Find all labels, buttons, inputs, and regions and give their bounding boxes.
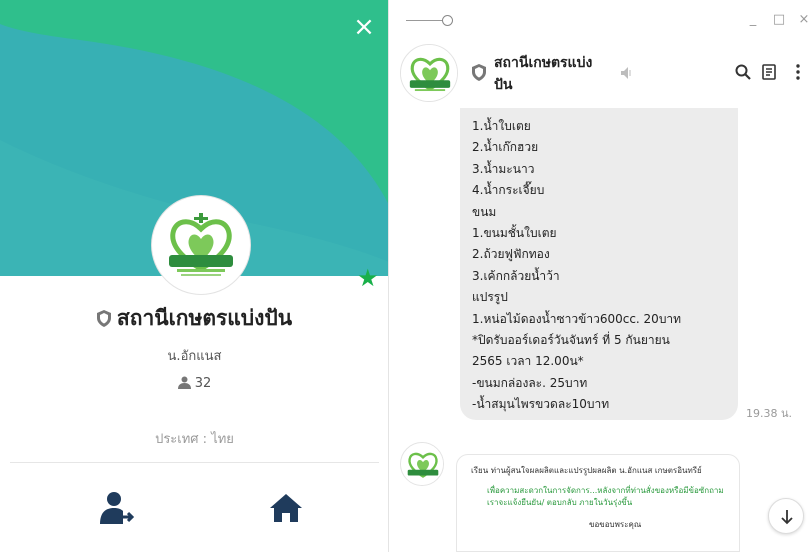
group-logo-image (401, 443, 443, 485)
chat-title-line1: สถานีเกษตรแบ่ง (494, 55, 593, 71)
message-bubble: 1.น้ำใบเตย 2.น้ำเก๊กฮวย 3.น้ำมะนาว 4.น้ำ… (460, 108, 738, 420)
speaker-mute-icon (621, 67, 631, 79)
slider-track (406, 20, 444, 21)
card-line: เพื่อความสะดวกในการจัดการ...หลังจากที่ท่… (487, 486, 724, 495)
chat-title: สถานีเกษตรแบ่ง ปัน (494, 52, 614, 96)
avatar (152, 196, 250, 294)
maximize-button[interactable]: □ (771, 12, 787, 28)
profile-name: สถานีเกษตรแบ่งปัน (116, 306, 293, 330)
message-line: ขนม (472, 204, 497, 219)
card-line: เราจะแจ้งยืนยัน/ ตอบกลับ ภายในวันรุ่งขึ้… (487, 498, 633, 507)
close-button[interactable]: × (350, 14, 378, 42)
profile-name-row: สถานีเกษตรแบ่งปัน (0, 302, 388, 335)
message-line: 1.น้ำใบเตย (472, 119, 531, 133)
shield-icon (472, 64, 486, 81)
profile-panel: × ★ สถานีเกษตรแบ่งปัน น.อักแนส 32 ประเทศ… (0, 0, 389, 552)
member-count-value: 32 (194, 376, 212, 391)
profile-subtitle: น.อักแนส (167, 349, 222, 364)
message-line: 2565 เวลา 12.00น* (472, 354, 584, 369)
home-button[interactable] (268, 490, 308, 530)
home-icon (270, 494, 302, 522)
search-icon[interactable] (735, 64, 751, 80)
person-icon (177, 376, 191, 389)
more-icon[interactable] (796, 64, 800, 80)
message-line: 1.ขนมชั้นใบเตย (472, 226, 557, 241)
image-message-card[interactable]: เรียน ท่านผู้สนใจผลผลิตและแปรรูปผลผลิต น… (456, 454, 740, 552)
message-timestamp: 19.38 น. (746, 407, 793, 420)
group-logo-image (401, 45, 457, 101)
chat-window: _ □ × สถานีเกษตรแบ่ง ปัน 1.น้ำใบเตย 2.น้… (390, 0, 809, 552)
message-line: 1.หน่อไม้ดองน้ำซาวข้าว600cc. 20บาท (472, 311, 682, 326)
card-line: ขอขอบพระคุณ (589, 520, 642, 529)
chat-title-line2: ปัน (494, 77, 513, 93)
window-close-button[interactable]: × (796, 12, 809, 28)
member-count: 32 (0, 376, 388, 391)
scroll-down-button[interactable] (768, 498, 804, 534)
shield-icon (96, 310, 111, 327)
message-line: 4.น้ำกระเจี๊ยบ (472, 183, 545, 198)
message-line: แปรรูป (472, 290, 508, 305)
chat-avatar[interactable] (400, 44, 458, 102)
profile-country: ประเทศ : ไทย (155, 432, 234, 447)
user-leave-icon (100, 492, 135, 524)
message-line: 2.น้ำเก๊กฮวย (472, 140, 539, 155)
message-line: 3.น้ำมะนาว (472, 161, 535, 176)
card-line: เรียน ท่านผู้สนใจผลผลิตและแปรรูปผลผลิต น… (471, 466, 702, 475)
minimize-button[interactable]: _ (745, 12, 761, 28)
divider (10, 462, 379, 463)
message-line: *ปิดรับออร์เดอร์วันจันทร์ ที่ 5 กันยายน (472, 333, 670, 348)
favorite-star-icon[interactable]: ★ (357, 266, 381, 290)
notes-icon[interactable] (762, 64, 776, 80)
window-titlebar: _ □ × (390, 0, 809, 38)
arrow-down-icon (781, 510, 793, 525)
slider-knob[interactable] (442, 15, 453, 26)
leave-group-button[interactable] (100, 490, 140, 530)
message-line: 2.ถ้วยฟูฟักทอง (472, 247, 550, 262)
message-line: -ขนมกล่องละ. 25บาท (472, 375, 588, 390)
message-line: 3.เค้กกล้วยน้ำว้า (472, 268, 560, 283)
chat-header: สถานีเกษตรแบ่ง ปัน (390, 38, 809, 108)
sender-avatar[interactable] (400, 442, 444, 486)
group-logo-image (155, 199, 247, 291)
opacity-slider[interactable] (406, 15, 454, 27)
message-line: -น้ำสมุนไพรขวดละ10บาท (472, 397, 610, 412)
